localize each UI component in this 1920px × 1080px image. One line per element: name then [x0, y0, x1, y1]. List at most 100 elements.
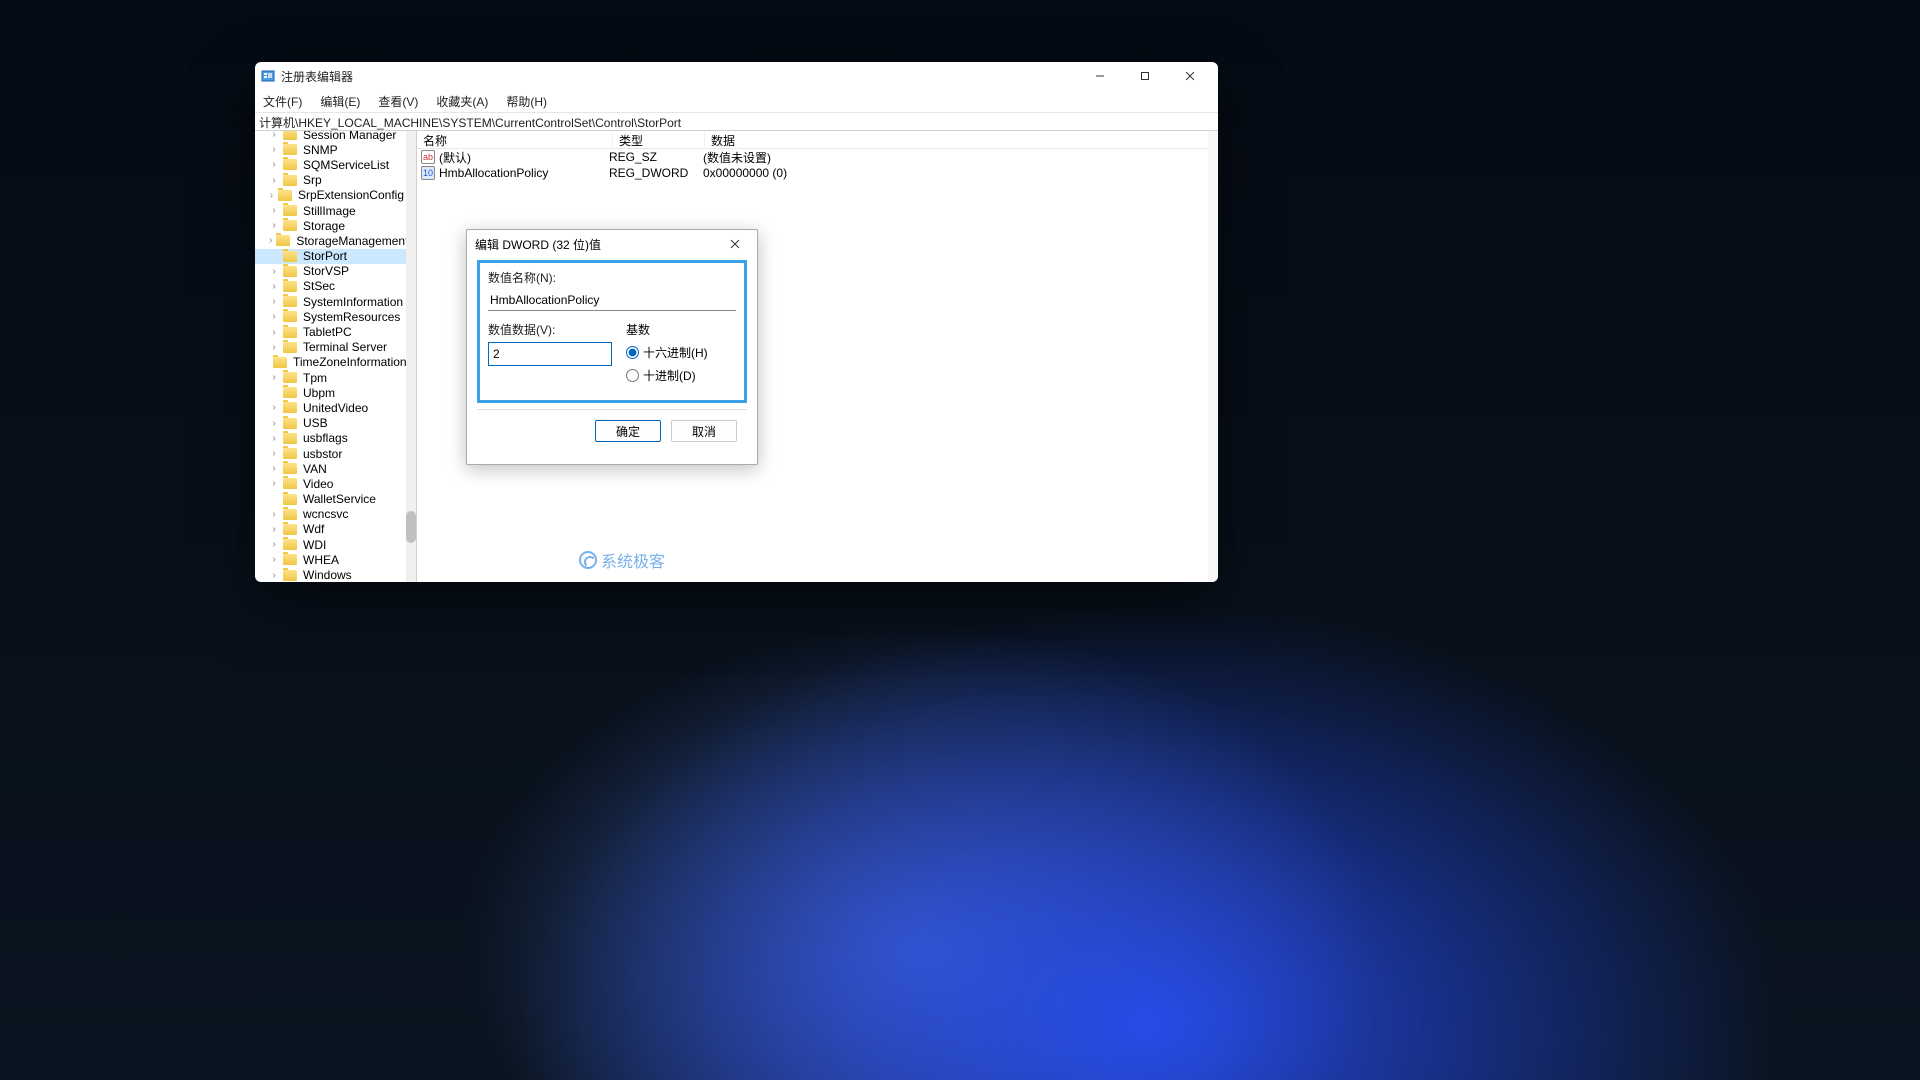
folder-icon	[283, 554, 297, 565]
col-data[interactable]: 数据	[705, 131, 1218, 148]
tree-item-storage[interactable]: ›Storage	[255, 218, 406, 233]
expand-icon[interactable]: ›	[269, 372, 279, 383]
tree-item-wdf[interactable]: ›Wdf	[255, 522, 406, 537]
close-button[interactable]	[1167, 62, 1212, 90]
list-header[interactable]: 名称 类型 数据	[417, 131, 1218, 149]
tree-item-walletservice[interactable]: WalletService	[255, 492, 406, 507]
expand-icon[interactable]: ›	[269, 281, 279, 292]
tree-item-srpextensionconfig[interactable]: ›SrpExtensionConfig	[255, 188, 406, 203]
value-name-field[interactable]	[488, 290, 736, 311]
dialog-close-button[interactable]	[721, 232, 749, 256]
tree-item-systeminformation[interactable]: ›SystemInformation	[255, 294, 406, 309]
menu-edit[interactable]: 编辑(E)	[318, 92, 362, 111]
titlebar[interactable]: 注册表编辑器	[255, 62, 1218, 90]
menu-file[interactable]: 文件(F)	[261, 92, 304, 111]
col-type[interactable]: 类型	[613, 131, 705, 148]
tree-item-systemresources[interactable]: › SystemResources	[255, 309, 406, 324]
tree-item-sqmservicelist[interactable]: ›SQMServiceList	[255, 157, 406, 172]
tree-scrollbar[interactable]	[406, 131, 416, 582]
expand-icon[interactable]: ›	[269, 296, 279, 307]
expand-icon[interactable]: ›	[269, 509, 279, 520]
expand-icon[interactable]: ›	[269, 448, 279, 459]
expand-icon[interactable]: ›	[269, 327, 279, 338]
tree-item-wcncsvc[interactable]: › wcncsvc	[255, 507, 406, 522]
menu-help[interactable]: 帮助(H)	[504, 92, 549, 111]
expand-icon[interactable]: ›	[269, 570, 279, 581]
tree-item-tabletpc[interactable]: › TabletPC	[255, 324, 406, 339]
expand-icon[interactable]: ›	[269, 539, 279, 550]
tree-item-storagemanagement[interactable]: ›StorageManagement	[255, 233, 406, 248]
expand-icon[interactable]: ›	[269, 175, 279, 186]
tree-label: SystemResources	[301, 310, 402, 324]
tree-pane[interactable]: ›Session Manager›SNMP›SQMServiceList›Srp…	[255, 131, 417, 582]
expand-icon[interactable]: ›	[269, 524, 279, 535]
dialog-titlebar[interactable]: 编辑 DWORD (32 位)值	[467, 230, 757, 258]
expand-icon[interactable]: ›	[269, 144, 279, 155]
list-row[interactable]: ab(默认)REG_SZ(数值未设置)	[417, 149, 1218, 165]
highlighted-region: 数值名称(N): 数值数据(V): 基数 十六进制(H) 十进制(D)	[477, 260, 747, 403]
tree-scroll-thumb[interactable]	[406, 511, 416, 543]
tree-item-usb[interactable]: ›USB	[255, 416, 406, 431]
tree-item-storvsp[interactable]: ›StorVSP	[255, 264, 406, 279]
tree-item-snmp[interactable]: ›SNMP	[255, 142, 406, 157]
tree-item-ubpm[interactable]: Ubpm	[255, 385, 406, 400]
radio-dec[interactable]: 十进制(D)	[626, 367, 736, 384]
radio-dec-input[interactable]	[626, 369, 639, 382]
expand-icon[interactable]: ›	[269, 205, 279, 216]
tree-item-srp[interactable]: ›Srp	[255, 173, 406, 188]
folder-icon	[283, 175, 297, 186]
radio-hex-label: 十六进制(H)	[643, 344, 708, 361]
cancel-button[interactable]: 取消	[671, 420, 737, 442]
expand-icon[interactable]: ›	[269, 418, 279, 429]
tree-item-stsec[interactable]: ›StSec	[255, 279, 406, 294]
expand-icon[interactable]: ›	[269, 159, 279, 170]
list-scrollbar[interactable]	[1208, 131, 1218, 582]
tree-label: wcncsvc	[301, 507, 350, 521]
tree-item-stillimage[interactable]: ›StillImage	[255, 203, 406, 218]
tree-item-timezoneinformation[interactable]: TimeZoneInformation	[255, 355, 406, 370]
expand-icon[interactable]: ›	[269, 463, 279, 474]
radio-hex-input[interactable]	[626, 346, 639, 359]
value-data-input[interactable]	[488, 342, 612, 366]
menu-view[interactable]: 查看(V)	[376, 92, 420, 111]
expand-icon[interactable]: ›	[269, 342, 279, 353]
tree-item-tpm[interactable]: ›Tpm	[255, 370, 406, 385]
tree-item-session-manager[interactable]: ›Session Manager	[255, 131, 406, 142]
ok-button[interactable]: 确定	[595, 420, 661, 442]
tree-item-video[interactable]: ›Video	[255, 476, 406, 491]
expand-icon[interactable]: ›	[269, 433, 279, 444]
radio-dec-label: 十进制(D)	[643, 367, 696, 384]
maximize-button[interactable]	[1122, 62, 1167, 90]
value-type: REG_SZ	[607, 150, 699, 164]
expand-icon[interactable]: ›	[269, 478, 279, 489]
expand-icon[interactable]: ›	[269, 402, 279, 413]
menu-favorites[interactable]: 收藏夹(A)	[434, 92, 490, 111]
tree-item-usbflags[interactable]: ›usbflags	[255, 431, 406, 446]
tree-item-usbstor[interactable]: ›usbstor	[255, 446, 406, 461]
tree-item-whea[interactable]: ›WHEA	[255, 552, 406, 567]
tree-item-wdi[interactable]: ›WDI	[255, 537, 406, 552]
tree-item-unitedvideo[interactable]: › UnitedVideo	[255, 400, 406, 415]
list-row[interactable]: 10HmbAllocationPolicyREG_DWORD0x00000000…	[417, 165, 1218, 181]
expand-icon[interactable]: ›	[269, 235, 272, 246]
dialog-title-text: 编辑 DWORD (32 位)值	[475, 236, 601, 253]
expand-icon[interactable]: ›	[269, 311, 279, 322]
expand-icon[interactable]: ›	[269, 190, 274, 201]
radio-hex[interactable]: 十六进制(H)	[626, 344, 736, 361]
tree-item-van[interactable]: ›VAN	[255, 461, 406, 476]
tree-item-terminal-server[interactable]: ›Terminal Server	[255, 340, 406, 355]
folder-icon	[283, 372, 297, 383]
expand-icon[interactable]: ›	[269, 554, 279, 565]
expand-icon[interactable]: ›	[269, 220, 279, 231]
expand-icon[interactable]: ›	[269, 131, 279, 140]
tree-label: TabletPC	[301, 325, 354, 339]
tree-label: UnitedVideo	[301, 401, 370, 415]
address-bar[interactable]: 计算机\HKEY_LOCAL_MACHINE\SYSTEM\CurrentCon…	[255, 112, 1218, 130]
expand-icon[interactable]: ›	[269, 266, 279, 277]
tree-item-storport[interactable]: StorPort	[255, 249, 406, 264]
col-name[interactable]: 名称	[417, 131, 613, 148]
tree-item-windows[interactable]: ›Windows	[255, 567, 406, 582]
folder-icon	[283, 296, 297, 307]
value-data: (数值未设置)	[699, 149, 1218, 166]
minimize-button[interactable]	[1077, 62, 1122, 90]
